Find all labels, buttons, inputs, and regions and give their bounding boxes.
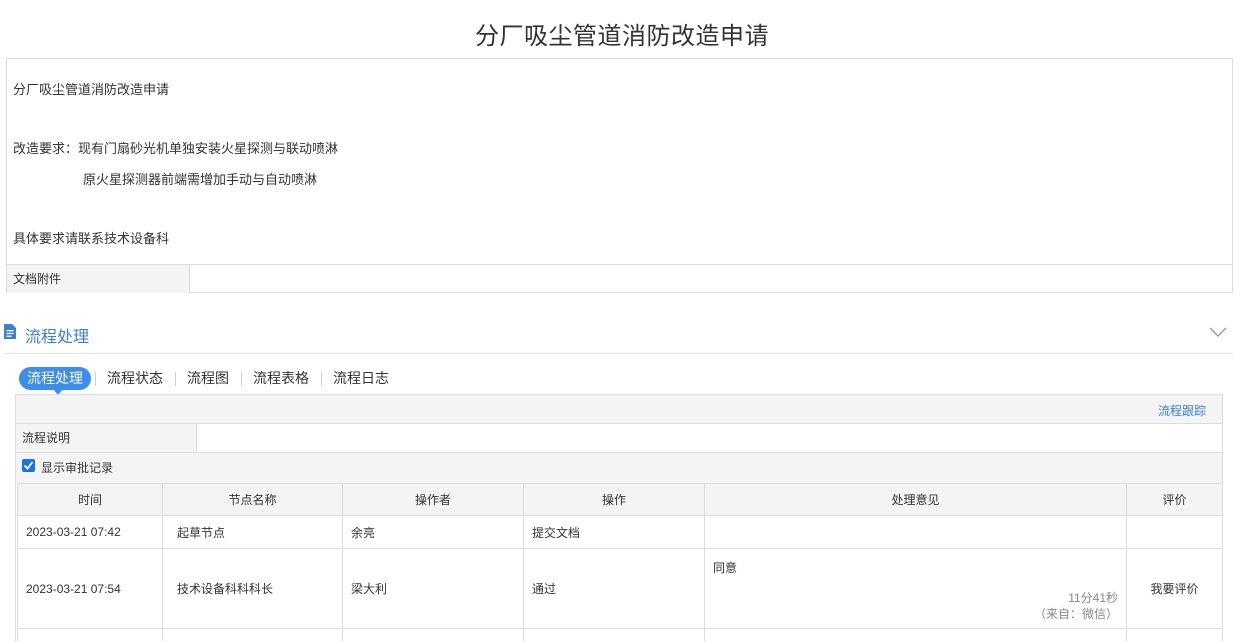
cell-opinion: [704, 628, 1127, 641]
table-row: 2023-03-21 07:42 起草节点 余亮 提交文档: [17, 515, 1223, 549]
document-icon: [4, 324, 16, 339]
show-records-checkbox[interactable]: [22, 459, 35, 472]
cell-time: [17, 628, 163, 641]
document-content: 分厂吸尘管道消防改造申请 改造要求：现有门扇砂光机单独安装火星探测与联动喷淋 原…: [6, 58, 1233, 293]
cell-time: 2023-03-21 07:42: [17, 515, 163, 549]
document-contact-note: 具体要求请联系技术设备科: [13, 231, 170, 246]
approval-records-table: 时间 节点名称 操作者 操作 处理意见 评价 2023-03-21 07:42 …: [17, 483, 1223, 641]
rate-link[interactable]: 我要评价: [1126, 548, 1223, 629]
table-row: [17, 628, 1223, 641]
section-title: 流程处理: [25, 329, 90, 346]
tab-workflow-diagram[interactable]: 流程图: [187, 367, 229, 390]
cell-node: 技术设备科科科长: [162, 548, 343, 629]
cell-node: [162, 628, 343, 641]
column-header-time: 时间: [17, 483, 163, 516]
cell-opinion: [704, 515, 1127, 549]
page-title: 分厂吸尘管道消防改造申请: [475, 23, 769, 50]
attachment-row: 文档附件: [7, 264, 1232, 293]
cell-rating: [1126, 628, 1223, 641]
show-records-label: 显示审批记录: [41, 461, 114, 475]
column-header-node: 节点名称: [162, 483, 343, 516]
workflow-description-row: 流程说明: [16, 424, 1222, 453]
tab-workflow-process[interactable]: 流程处理: [19, 367, 91, 390]
cell-action: 通过: [523, 548, 705, 629]
cell-action: 提交文档: [523, 515, 705, 549]
column-header-action: 操作: [523, 483, 705, 516]
tab-separator: [241, 372, 242, 386]
cell-node: 起草节点: [162, 515, 343, 549]
document-requirement: 改造要求：现有门扇砂光机单独安装火星探测与联动喷淋: [13, 141, 339, 156]
column-header-opinion: 处理意见: [704, 483, 1127, 516]
document-heading: 分厂吸尘管道消防改造申请: [13, 82, 170, 97]
column-header-rating: 评价: [1126, 483, 1223, 516]
table-header-row: 时间 节点名称 操作者 操作 处理意见 评价: [17, 483, 1223, 516]
cell-operator: 梁大利: [342, 548, 524, 629]
cell-opinion: 同意 11分41秒 （来自：微信）: [704, 548, 1127, 629]
document-requirement-continued: 原火星探测器前端需增加手动与自动喷淋: [83, 172, 318, 187]
tab-workflow-status[interactable]: 流程状态: [107, 367, 163, 390]
opinion-text: 同意: [713, 561, 738, 575]
tab-separator: [175, 372, 176, 386]
tab-workflow-table[interactable]: 流程表格: [253, 367, 309, 390]
cell-operator: 余亮: [342, 515, 524, 549]
workflow-description-label: 流程说明: [16, 424, 197, 452]
cell-time: 2023-03-21 07:54: [17, 548, 163, 629]
tab-separator: [321, 372, 322, 386]
chevron-down-icon[interactable]: [1209, 326, 1227, 338]
column-header-operator: 操作者: [342, 483, 524, 516]
workflow-section-header[interactable]: 流程处理: [4, 318, 1233, 354]
panel-toolbar: 流程跟踪: [16, 395, 1222, 424]
tab-separator: [95, 372, 96, 386]
workflow-trace-link[interactable]: 流程跟踪: [1158, 402, 1206, 419]
show-records-row: 显示审批记录: [16, 453, 1222, 483]
cell-rating: [1126, 515, 1223, 549]
table-row: 2023-03-21 07:54 技术设备科科科长 梁大利 通过 同意 11分4…: [17, 548, 1223, 629]
tab-workflow-log[interactable]: 流程日志: [333, 367, 389, 390]
cell-action: [523, 628, 705, 641]
opinion-source: （来自：微信）: [1033, 607, 1118, 621]
checkmark-icon: [23, 461, 34, 470]
cell-operator: [342, 628, 524, 641]
attachment-label: 文档附件: [7, 265, 190, 293]
opinion-duration: 11分41秒: [1068, 591, 1118, 605]
workflow-panel: 流程跟踪 流程说明 显示审批记录 时间 节点名称 操作者 操作 处理意见 评价 …: [15, 394, 1223, 641]
